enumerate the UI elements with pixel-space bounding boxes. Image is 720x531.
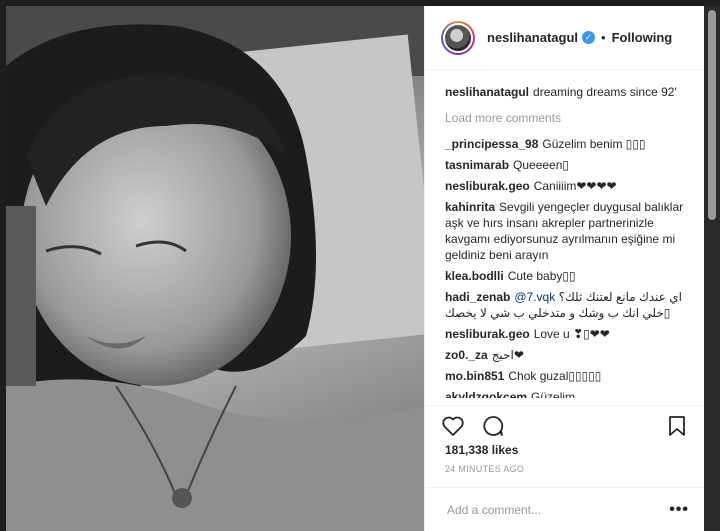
comment-text: Cute baby▯▯ (507, 269, 576, 283)
post-photo[interactable] (6, 6, 424, 531)
comment-username[interactable]: hadi_zenab (445, 290, 510, 304)
post-actions-bar (425, 405, 705, 445)
comment-username[interactable]: tasnimarab (445, 158, 509, 172)
verified-badge-icon: ✓ (582, 31, 596, 44)
comment-username[interactable]: klea.bodlli (445, 269, 504, 283)
comment-bubble-icon[interactable] (481, 414, 505, 438)
comment-item: kahinrita Sevgili yengeçler duygusal balı… (445, 199, 689, 263)
comment-username[interactable]: nesliburak.geo (445, 327, 530, 341)
comment-text: Caniiiim❤❤❤❤ (533, 179, 617, 193)
comments-list[interactable]: neslihanatagul dreaming dreams since 92' … (425, 70, 705, 398)
post-header: neslihanatagul ✓ • Following (425, 6, 705, 70)
bookmark-icon[interactable] (665, 414, 689, 438)
separator-dot: • (601, 30, 606, 45)
comment-item: hadi_zenab @7.vqk اي عندك مانع لعتنك ثلك؟… (445, 289, 689, 321)
post-timestamp: 24 MINUTES AGO (445, 464, 525, 474)
avatar-image (443, 22, 473, 53)
comment-text: Queeeen▯ (513, 158, 570, 172)
avatar[interactable] (441, 20, 475, 55)
post-caption: neslihanatagul dreaming dreams since 92' (445, 84, 689, 100)
add-comment-bar: ••• (425, 487, 705, 531)
comment-username[interactable]: akyldzgokcem (445, 390, 527, 398)
comment-text: Güzelim (531, 390, 576, 398)
post-detail-panel: neslihanatagul ✓ • Following neslihanata… (424, 6, 705, 531)
comment-item: klea.bodlli Cute baby▯▯ (445, 268, 689, 284)
page-scrollbar[interactable] (704, 6, 720, 531)
comment-item: mo.bin851 Chok guzal▯▯▯▯▯ (445, 368, 689, 384)
comment-text: Chok guzal▯▯▯▯▯ (508, 369, 602, 383)
comment-item: _principessa_98 Güzelim benim ▯▯▯ (445, 136, 689, 152)
following-button[interactable]: Following (612, 30, 673, 45)
comment-username[interactable]: mo.bin851 (445, 369, 504, 383)
comment-username[interactable]: kahinrita (445, 200, 495, 214)
photo-illustration (6, 6, 424, 531)
comment-text: Güzelim benim ▯▯▯ (542, 137, 646, 151)
comment-username[interactable]: zo0._za (445, 348, 488, 362)
load-more-comments-button[interactable]: Load more comments (445, 110, 689, 126)
comment-item: nesliburak.geo Caniiiim❤❤❤❤ (445, 178, 689, 194)
comment-username[interactable]: _principessa_98 (445, 137, 538, 151)
caption-username[interactable]: neslihanatagul (445, 85, 529, 99)
more-options-icon[interactable]: ••• (669, 501, 689, 519)
heart-icon[interactable] (441, 414, 465, 438)
comment-item: nesliburak.geo Love u ❣▯❤❤ (445, 326, 689, 342)
comment-item: zo0._za احبج❤ (445, 347, 689, 363)
caption-text: dreaming dreams since 92' (533, 85, 677, 99)
post-username[interactable]: neslihanatagul (487, 30, 578, 45)
comment-item: tasnimarab Queeeen▯ (445, 157, 689, 173)
comment-text: Love u ❣▯❤❤ (533, 327, 610, 341)
likes-count[interactable]: 181,338 likes (445, 443, 518, 457)
comment-mention-link[interactable]: @7.vqk (514, 290, 555, 304)
comment-username[interactable]: nesliburak.geo (445, 179, 530, 193)
comment-text: احبج❤ (491, 348, 524, 362)
scrollbar-thumb[interactable] (708, 10, 716, 220)
add-comment-input[interactable] (445, 501, 670, 518)
comment-item: akyldzgokcem Güzelim (445, 389, 689, 398)
